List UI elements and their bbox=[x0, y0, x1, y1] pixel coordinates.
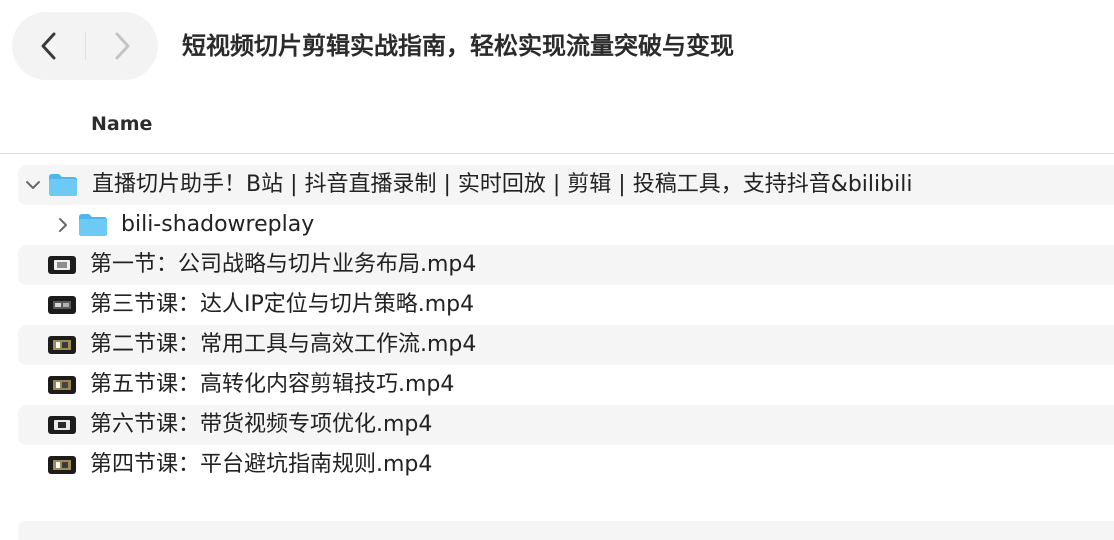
chevron-down-icon[interactable] bbox=[24, 176, 42, 194]
video-file-icon bbox=[48, 376, 76, 394]
window-title: 短视频切片剪辑实战指南，轻松实现流量突破与变现 bbox=[182, 32, 734, 60]
list-item-video[interactable]: 第五节课：高转化内容剪辑技巧.mp4 bbox=[18, 365, 1114, 405]
list-item-root-folder[interactable]: 直播切片助手！B站 | 抖音直播录制 | 实时回放 | 剪辑 | 投稿工具，支持… bbox=[18, 165, 1114, 205]
file-name: 第五节课：高转化内容剪辑技巧.mp4 bbox=[90, 372, 455, 397]
folder-name: bili-shadowreplay bbox=[121, 212, 315, 237]
file-name: 第一节：公司战略与切片业务布局.mp4 bbox=[90, 252, 477, 277]
list-item-subfolder[interactable]: bili-shadowreplay bbox=[18, 205, 1114, 245]
file-name: 第三节课：达人IP定位与切片策略.mp4 bbox=[90, 292, 475, 317]
file-name: 第二节课：常用工具与高效工作流.mp4 bbox=[90, 332, 477, 357]
list-item-video[interactable]: 第四节课：平台避坑指南规则.mp4 bbox=[18, 445, 1114, 485]
toolbar: 短视频切片剪辑实战指南，轻松实现流量突破与变现 bbox=[0, 0, 1114, 96]
chevron-left-icon bbox=[41, 32, 55, 60]
name-column-header[interactable]: Name bbox=[91, 110, 152, 138]
list-item-video[interactable]: 第二节课：常用工具与高效工作流.mp4 bbox=[18, 325, 1114, 365]
chevron-right-icon[interactable] bbox=[54, 216, 72, 234]
empty-list-row bbox=[18, 521, 1114, 540]
video-file-icon bbox=[48, 256, 76, 274]
folder-icon bbox=[49, 174, 77, 196]
video-file-icon bbox=[48, 456, 76, 474]
file-name: 第四节课：平台避坑指南规则.mp4 bbox=[90, 452, 433, 477]
forward-button[interactable] bbox=[85, 12, 158, 80]
file-name: 第六节课：带货视频专项优化.mp4 bbox=[90, 412, 433, 437]
list-item-video[interactable]: 第一节：公司战略与切片业务布局.mp4 bbox=[18, 245, 1114, 285]
video-file-icon bbox=[48, 336, 76, 354]
video-file-icon bbox=[48, 416, 76, 434]
navigation-buttons bbox=[12, 12, 158, 80]
video-file-icon bbox=[48, 296, 76, 314]
back-button[interactable] bbox=[12, 12, 85, 80]
list-item-video[interactable]: 第六节课：带货视频专项优化.mp4 bbox=[18, 405, 1114, 445]
column-header-row: Name bbox=[0, 96, 1114, 154]
finder-window: 短视频切片剪辑实战指南，轻松实现流量突破与变现 Name 直播切片助手！B站 |… bbox=[0, 0, 1114, 540]
folder-name: 直播切片助手！B站 | 抖音直播录制 | 实时回放 | 剪辑 | 投稿工具，支持… bbox=[92, 172, 913, 197]
folder-icon bbox=[79, 214, 107, 236]
chevron-right-icon bbox=[115, 32, 129, 60]
list-item-video[interactable]: 第三节课：达人IP定位与切片策略.mp4 bbox=[18, 285, 1114, 325]
